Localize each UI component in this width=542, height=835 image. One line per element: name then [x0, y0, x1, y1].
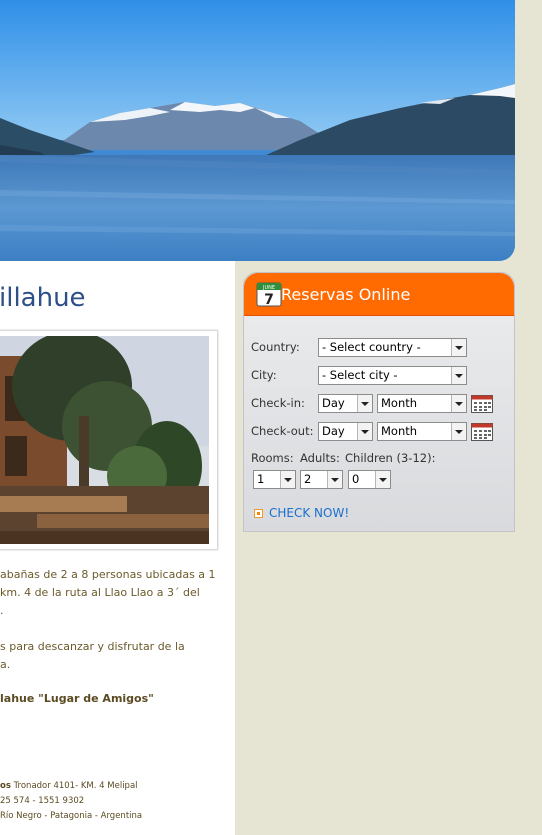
main-content: illahue abañas de 2 a 8 personas ubicada…: [0, 261, 235, 835]
dropdown-arrow-icon: [451, 395, 466, 412]
dropdown-arrow-icon: [327, 471, 342, 488]
second-line-1: s para descanzar y disfrutar de la: [0, 640, 185, 653]
dropdown-arrow-icon: [451, 367, 466, 384]
reservation-header: JUNE 7 Reservas Online: [244, 273, 514, 316]
second-line-2: a.: [0, 658, 11, 671]
children-select-value: 0: [352, 472, 360, 486]
adults-select-value: 2: [304, 472, 312, 486]
second-paragraph: s para descanzar y disfrutar de la a.: [0, 638, 235, 674]
dropdown-arrow-icon: [280, 471, 295, 488]
calendar-icon: JUNE 7: [256, 282, 282, 307]
checkout-month-value: Month: [381, 424, 418, 438]
intro-paragraph: abañas de 2 a 8 personas ubicadas a 1 km…: [0, 566, 235, 620]
adults-label: Adults:: [300, 451, 340, 465]
dropdown-arrow-icon: [357, 423, 372, 440]
country-select[interactable]: - Select country -: [318, 338, 467, 357]
bullet-icon: [254, 509, 263, 518]
cabin-photo-frame: [0, 330, 218, 550]
check-now-button[interactable]: CHECK NOW!: [254, 506, 349, 520]
checkin-calendar-picker-icon[interactable]: [471, 395, 493, 413]
lake-mountains-photo: [0, 0, 515, 261]
checkout-calendar-picker-icon[interactable]: [471, 423, 493, 441]
footer-address: Tronador 4101- KM. 4 Melipal: [10, 781, 138, 791]
country-label: Country:: [251, 340, 300, 354]
city-select[interactable]: - Select city -: [318, 366, 467, 385]
checkout-day-select[interactable]: Day: [318, 422, 373, 441]
dropdown-arrow-icon: [375, 471, 390, 488]
checkin-month-select[interactable]: Month: [377, 394, 467, 413]
city-select-value: - Select city -: [322, 368, 398, 382]
rooms-select[interactable]: 1: [253, 470, 296, 489]
rooms-label: Rooms:: [251, 451, 294, 465]
footer-bold-prefix: os: [0, 781, 11, 791]
children-label: Children (3-12):: [345, 451, 436, 465]
footer-location: Río Negro - Patagonia - Argentina: [0, 811, 143, 821]
checkin-day-select[interactable]: Day: [318, 394, 373, 413]
checkout-month-select[interactable]: Month: [377, 422, 467, 441]
dropdown-arrow-icon: [451, 339, 466, 356]
page-title: illahue: [0, 283, 86, 313]
hero-banner-image: [0, 0, 515, 261]
footer-phone: 25 574 - 1551 9302: [0, 796, 85, 806]
calendar-icon-day: 7: [264, 292, 274, 307]
dropdown-arrow-icon: [357, 395, 372, 412]
intro-line-2: km. 4 de la ruta al Llao Llao a 3´ del: [0, 586, 200, 599]
adults-select[interactable]: 2: [300, 470, 343, 489]
cabin-photo: [0, 336, 209, 544]
checkout-label: Check-out:: [251, 424, 314, 438]
children-select[interactable]: 0: [348, 470, 391, 489]
intro-line-1: abañas de 2 a 8 personas ubicadas a 1: [0, 568, 216, 581]
intro-line-3: .: [0, 604, 4, 617]
reservation-title: Reservas Online: [281, 285, 411, 304]
checkin-label: Check-in:: [251, 396, 305, 410]
calendar-icon-month: JUNE: [262, 285, 275, 291]
checkin-month-value: Month: [381, 396, 418, 410]
check-now-label: CHECK NOW!: [269, 506, 350, 520]
rooms-select-value: 1: [257, 472, 265, 486]
reservation-widget: JUNE 7 Reservas Online Country: - Select…: [243, 272, 515, 532]
checkout-day-value: Day: [322, 424, 345, 438]
checkin-day-value: Day: [322, 396, 345, 410]
address-footer: os Tronador 4101- KM. 4 Melipal 25 574 -…: [0, 779, 235, 824]
slogan: lahue "Lugar de Amigos": [0, 692, 154, 705]
dropdown-arrow-icon: [451, 423, 466, 440]
city-label: City:: [251, 368, 277, 382]
country-select-value: - Select country -: [322, 340, 421, 354]
reservation-form: Country: - Select country - City: - Sele…: [244, 316, 514, 531]
